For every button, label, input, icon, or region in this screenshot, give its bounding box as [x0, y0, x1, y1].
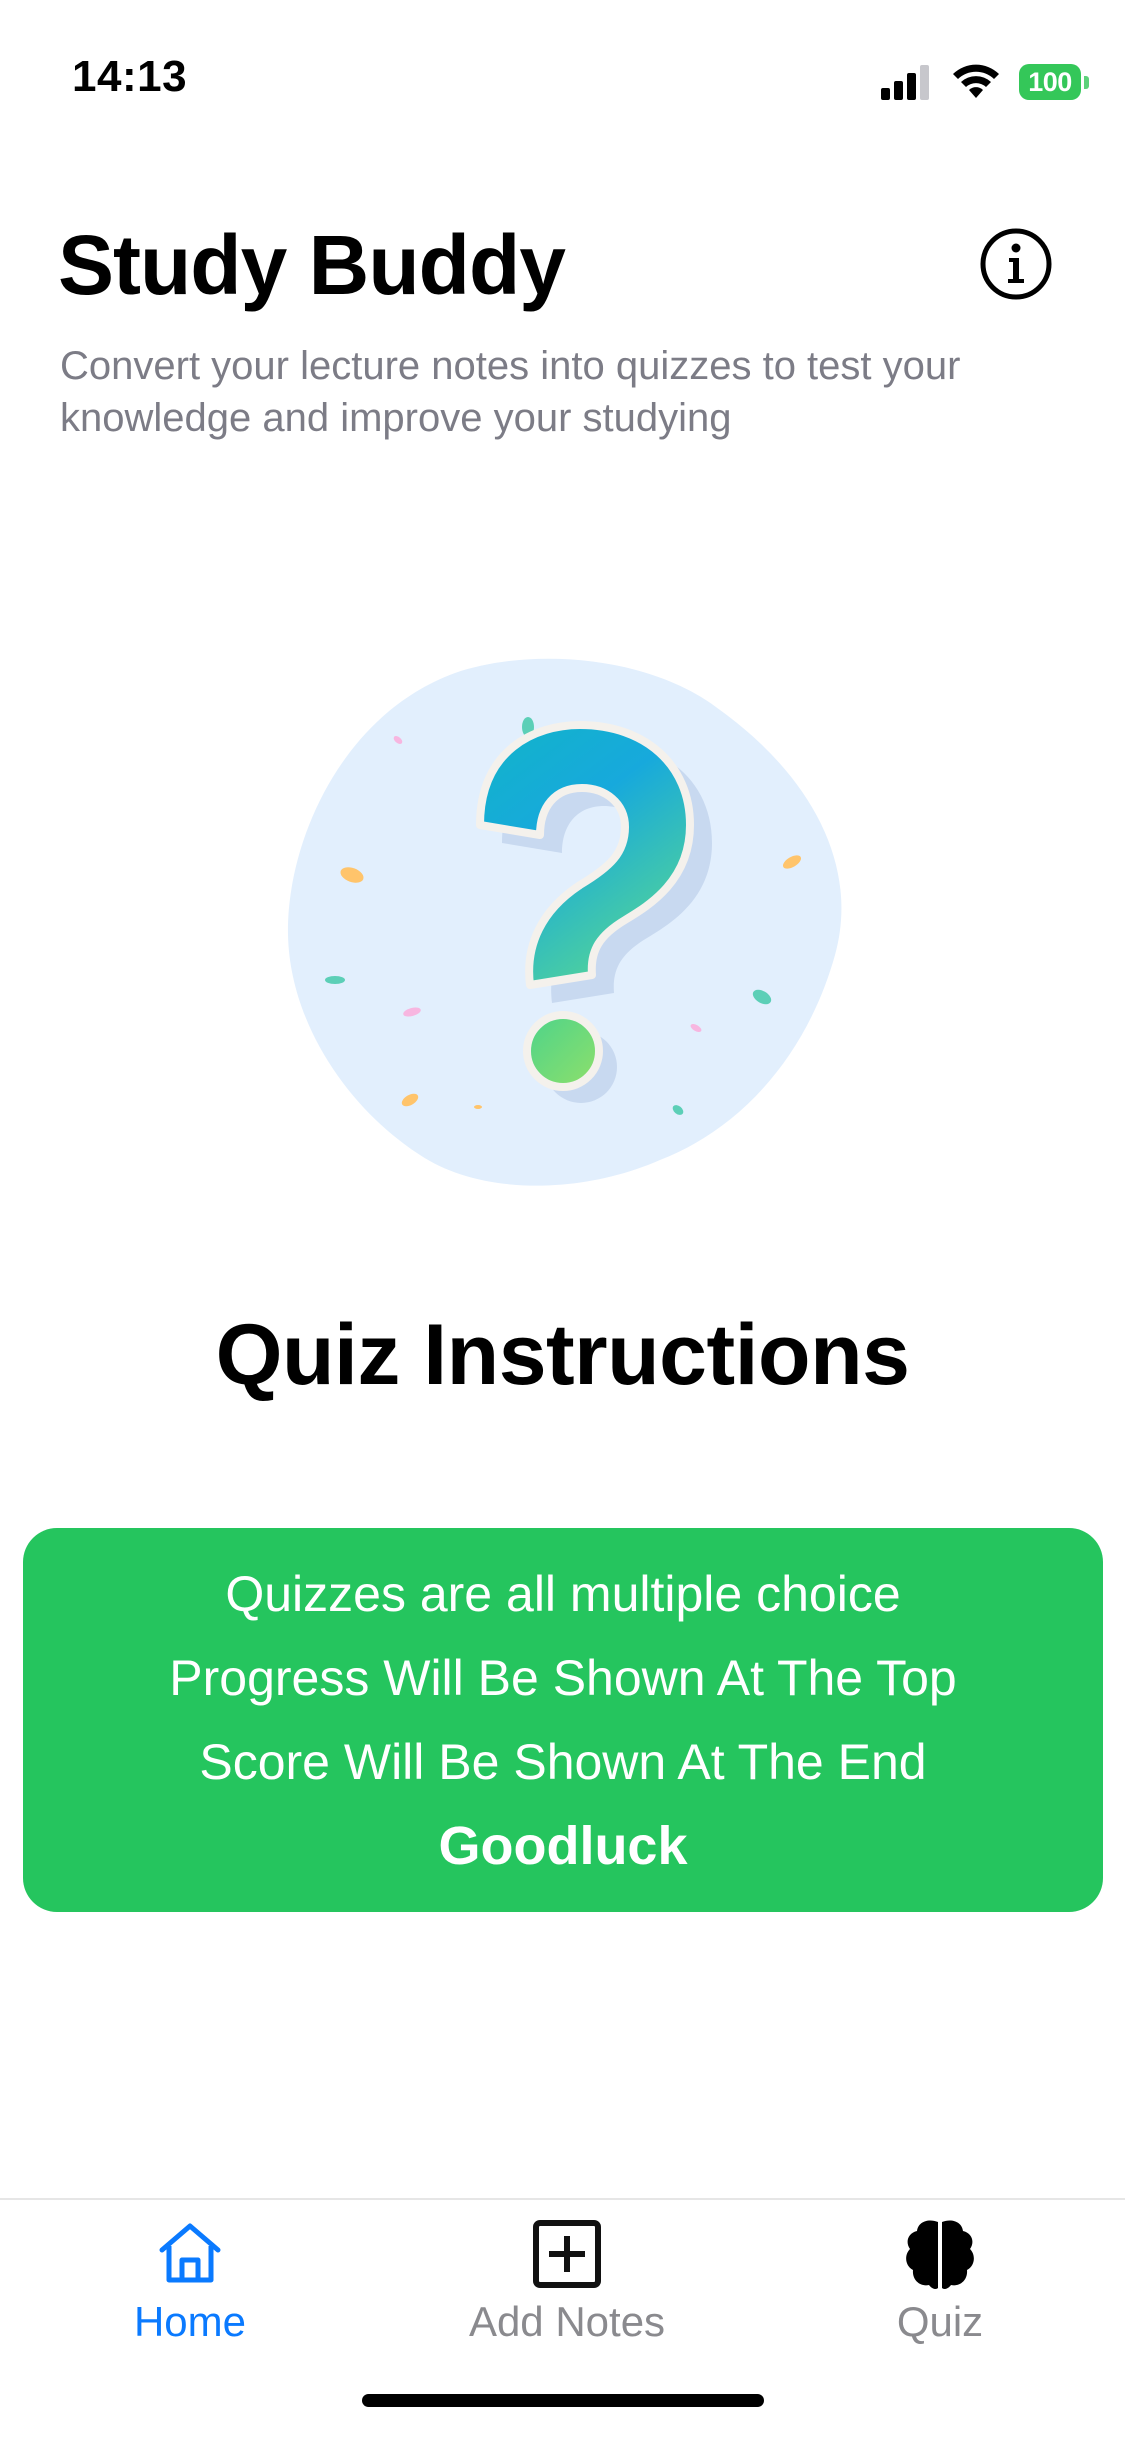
instruction-line: Quizzes are all multiple choice — [225, 1566, 901, 1622]
tab-add-notes[interactable]: Add Notes — [417, 2210, 717, 2360]
page-title: Study Buddy — [58, 218, 566, 312]
tab-add-notes-label: Add Notes — [468, 2298, 666, 2345]
page-subtitle: Convert your lecture notes into quizzes … — [60, 344, 961, 440]
tab-quiz[interactable]: Quiz — [790, 2210, 1090, 2360]
info-button[interactable] — [978, 226, 1054, 302]
info-circle-icon — [980, 228, 1052, 300]
battery-level: 100 — [1028, 66, 1072, 97]
home-indicator[interactable] — [362, 2394, 764, 2407]
status-indicators: 100 — [879, 60, 1089, 104]
brain-icon — [902, 2216, 978, 2292]
instructions-card: Quizzes are all multiple choice Progress… — [23, 1528, 1103, 1912]
instructions-heading: Quiz Instructions — [215, 1307, 910, 1403]
tab-home[interactable]: Home — [40, 2210, 340, 2360]
instruction-line: Score Will Be Shown At The End — [199, 1734, 927, 1790]
tab-quiz-label: Quiz — [896, 2298, 984, 2345]
question-mark-illustration — [280, 655, 850, 1200]
instruction-closing: Goodluck — [438, 1816, 688, 1876]
battery-cap — [1084, 75, 1089, 89]
battery-icon: 100 — [1019, 64, 1081, 100]
status-time: 14:13 — [72, 52, 188, 101]
signal-icon — [881, 65, 929, 100]
tab-home-label: Home — [133, 2298, 247, 2345]
wifi-icon — [953, 64, 999, 98]
plus-square-icon — [529, 2216, 605, 2292]
house-icon — [152, 2216, 228, 2292]
instruction-line: Progress Will Be Shown At The Top — [169, 1650, 957, 1706]
status-bar: 14:13 100 — [0, 0, 1125, 150]
